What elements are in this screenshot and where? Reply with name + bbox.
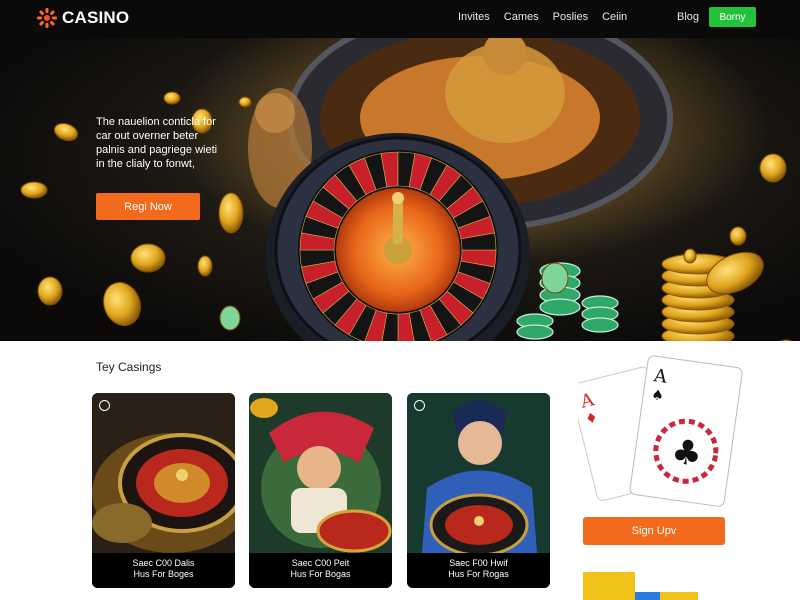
- casino-card[interactable]: Saec C00 Peit Hus For Bogas: [249, 393, 392, 588]
- svg-text:♣: ♣: [669, 431, 705, 475]
- playing-card-ace-spades: A ♠ ♣: [629, 355, 743, 507]
- card-line-2: Hus For Bogas: [290, 569, 351, 579]
- hero-text-line: in the clialy to fonwt,: [96, 158, 196, 170]
- card-line-1: Saec F00 Hwif: [449, 558, 508, 568]
- card-badge-icon: [99, 400, 110, 411]
- section-title: Tey Casings: [96, 360, 162, 374]
- main-nav: Invites Cames Poslies Ceiin: [458, 11, 627, 23]
- hero-illustration: [20, 38, 793, 341]
- nav-item-ceiin[interactable]: Ceiin: [602, 11, 627, 23]
- logo-text: CASINO: [62, 8, 130, 27]
- card-roulette-image: [92, 393, 235, 553]
- hero-text-line: car out overner beter: [96, 130, 199, 142]
- card-line-2: Hus For Boges: [133, 569, 194, 579]
- casino-page: CASINO Invites Cames Poslies Ceiin Blog …: [0, 0, 800, 600]
- card-line-2: Hus For Rogas: [448, 569, 509, 579]
- nav-item-poslies[interactable]: Poslies: [553, 11, 588, 23]
- card-caption: Saec F00 Hwif Hus For Rogas: [407, 553, 550, 588]
- card-character-image: [249, 393, 392, 553]
- card-caption: Saec C00 Peit Hus For Bogas: [249, 553, 392, 588]
- hero-description: The nauelion conticla for car out overne…: [96, 115, 246, 171]
- sign-up-button[interactable]: Sign Upv: [583, 517, 725, 545]
- card-caption: Saec C00 Dalis Hus For Boges: [92, 553, 235, 588]
- logo-burst-icon: [37, 8, 57, 28]
- nav-item-invites[interactable]: Invites: [458, 11, 490, 23]
- svg-text:♠: ♠: [650, 387, 665, 405]
- header-cta-button[interactable]: Borny: [709, 7, 756, 27]
- blog-link[interactable]: Blog: [677, 11, 699, 23]
- hero-text-line: The nauelion conticla for: [96, 116, 216, 128]
- card-line-1: Saec C00 Dalis: [132, 558, 195, 568]
- card-badge-icon: [414, 400, 425, 411]
- nav-item-cames[interactable]: Cames: [504, 11, 539, 23]
- hero-text-line: palnis and pagriege wieti: [96, 144, 218, 156]
- bottom-color-tiles: [583, 572, 698, 600]
- casino-card[interactable]: Saec F00 Hwif Hus For Rogas: [407, 393, 550, 588]
- card-player-image: [407, 393, 550, 553]
- hero-banner: The nauelion conticla for car out overne…: [0, 38, 800, 341]
- card-line-1: Saec C00 Peit: [291, 558, 350, 568]
- playing-cards-illustration: A ♦ A ♠ ♣: [578, 355, 743, 507]
- casino-card[interactable]: Saec C00 Dalis Hus For Boges: [92, 393, 235, 588]
- register-now-button[interactable]: Regi Now: [96, 193, 200, 220]
- top-header: CASINO Invites Cames Poslies Ceiin Blog …: [0, 0, 800, 38]
- site-logo[interactable]: CASINO: [36, 7, 129, 29]
